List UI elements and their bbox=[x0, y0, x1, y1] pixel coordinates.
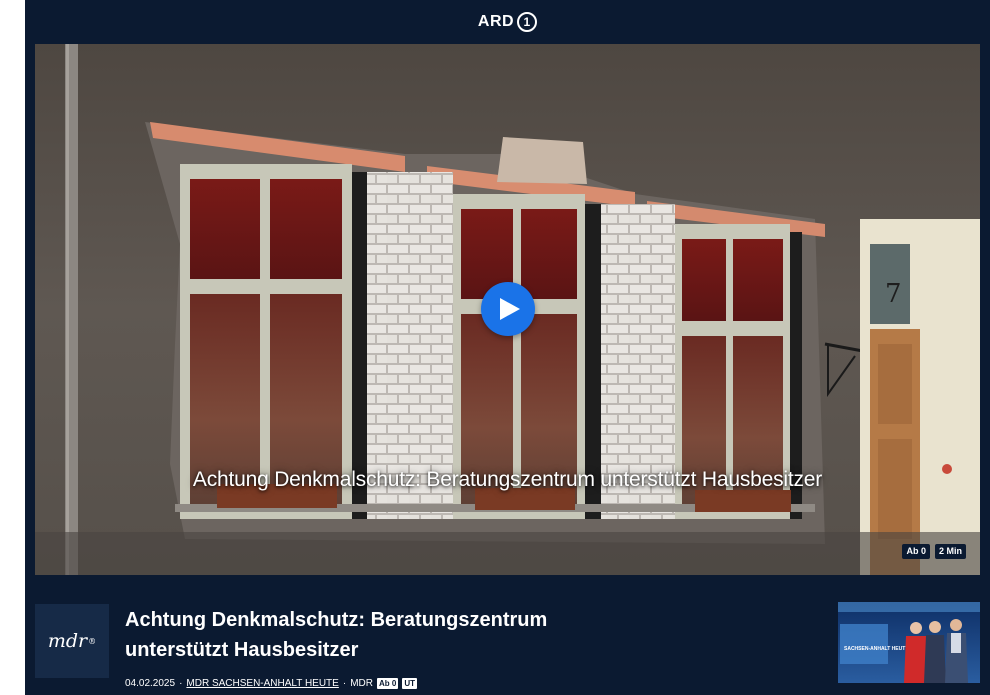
headline-line-1: Achtung Denkmalschutz: Beratungszentrum bbox=[125, 609, 548, 631]
show-thumbnail[interactable]: SACHSEN-ANHALT HEUTE bbox=[838, 602, 980, 683]
video-title-overlay: Achtung Denkmalschutz: Beratungszentrum … bbox=[192, 468, 823, 491]
age-rating-badge: Ab 0 bbox=[902, 544, 930, 559]
subtitles-badge: UT bbox=[402, 678, 417, 689]
meta-separator: · bbox=[342, 678, 347, 689]
headline-line-2: unterstützt Hausbesitzer bbox=[125, 639, 359, 661]
top-bar: ARD 1 bbox=[25, 0, 990, 44]
show-link[interactable]: MDR SACHSEN-ANHALT HEUTE bbox=[186, 678, 338, 689]
mdr-logo[interactable]: mdr ® bbox=[35, 604, 109, 678]
mdr-logo-text: mdr bbox=[47, 630, 88, 652]
age-rating-badge: Ab 0 bbox=[376, 678, 399, 689]
registered-icon: ® bbox=[88, 636, 97, 646]
broadcaster: MDR bbox=[350, 678, 373, 689]
video-badges: Ab 0 2 Min bbox=[902, 544, 966, 559]
meta-separator: · bbox=[179, 678, 183, 689]
publish-date: 04.02.2025 bbox=[125, 678, 176, 689]
show-thumbnail-image: SACHSEN-ANHALT HEUTE bbox=[838, 602, 980, 683]
player-frame: ARD 1 7 Achtung Denkmalschutz: Beratungs… bbox=[25, 0, 990, 695]
video-headline[interactable]: Achtung Denkmalschutz: Beratungszentrum … bbox=[125, 605, 625, 665]
thumbnail-show-name: SACHSEN-ANHALT HEUTE bbox=[844, 646, 909, 652]
ard-logo[interactable]: ARD 1 bbox=[477, 12, 538, 32]
play-icon bbox=[500, 298, 520, 320]
ard-one-icon: 1 bbox=[517, 12, 538, 32]
play-button[interactable] bbox=[481, 282, 535, 336]
video-player[interactable]: 7 Achtung Denkmalschutz: Beratungszentru… bbox=[35, 44, 980, 575]
video-info: mdr ® Achtung Denkmalschutz: Beratungszen… bbox=[35, 575, 980, 695]
duration-badge: 2 Min bbox=[934, 544, 966, 559]
house-number: 7 bbox=[885, 279, 902, 309]
ard-logo-text: ARD bbox=[477, 13, 515, 30]
meta-line: 04.02.2025 · MDR SACHSEN-ANHALT HEUTE · … bbox=[125, 678, 417, 689]
